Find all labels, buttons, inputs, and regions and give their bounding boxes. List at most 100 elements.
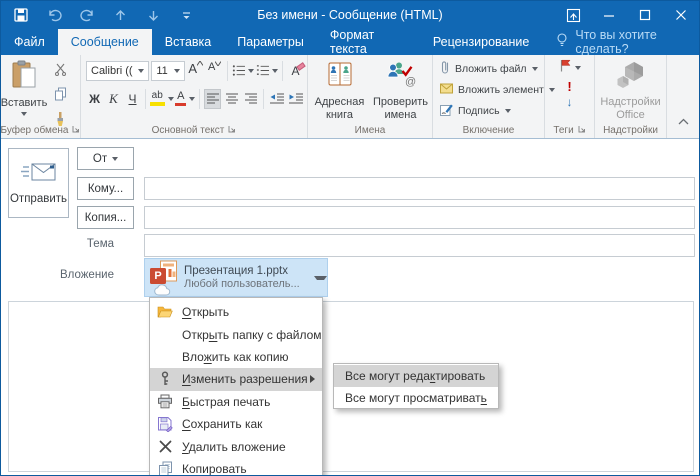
attachment-chip[interactable]: P Презентация 1.pptx Любой пользователь.… xyxy=(144,258,328,297)
open-folder-icon xyxy=(155,304,175,320)
powerpoint-letter: P xyxy=(150,268,166,284)
collapse-ribbon-icon[interactable] xyxy=(678,112,689,130)
subject-input[interactable] xyxy=(144,234,695,257)
group-clipboard: Вставить Буфер обмена xyxy=(1,55,81,138)
tab-message[interactable]: Сообщение xyxy=(58,29,152,55)
cut-icon[interactable] xyxy=(54,63,67,81)
attach-item-button[interactable]: Вложить элемент xyxy=(440,82,544,98)
align-right-icon xyxy=(244,93,258,104)
menu-item-remove-attachment[interactable]: Удалить вложение xyxy=(150,435,322,457)
attach-file-label: Вложить файл xyxy=(455,63,527,75)
from-dropdown-icon xyxy=(112,157,118,161)
quick-access-toolbar xyxy=(1,7,194,23)
signature-button[interactable]: Подпись xyxy=(440,103,544,119)
high-importance-button[interactable]: ! xyxy=(567,80,571,93)
cc-input[interactable] xyxy=(144,206,695,229)
redo-icon[interactable] xyxy=(79,7,95,23)
paste-label: Вставить xyxy=(1,97,48,110)
subject-label: Тема xyxy=(1,238,114,250)
shrink-font-arrow-icon xyxy=(215,61,221,66)
attachment-dropdown-icon[interactable] xyxy=(314,276,327,280)
tab-insert[interactable]: Вставка xyxy=(152,29,224,55)
attachment-label: Вложение xyxy=(1,269,114,281)
clear-formatting-button[interactable]: А xyxy=(287,61,304,81)
cc-button[interactable]: Копия... xyxy=(77,206,134,229)
save-icon[interactable] xyxy=(13,7,29,23)
menu-item-attach-as-copy[interactable]: Вложить как копию xyxy=(150,346,322,368)
close-icon[interactable] xyxy=(663,1,699,29)
copy-icon xyxy=(155,461,175,476)
addins-group-label: Надстройки xyxy=(603,125,658,136)
text-highlight-button[interactable]: ab xyxy=(150,89,173,109)
from-button[interactable]: От xyxy=(77,147,134,170)
addins-cube-icon xyxy=(615,61,647,93)
align-right-button[interactable] xyxy=(242,89,259,109)
attach-item-label: Вложить элемент xyxy=(458,84,544,96)
shrink-font-button[interactable]: А xyxy=(206,61,223,81)
increase-indent-button[interactable] xyxy=(287,89,304,109)
send-envelope-icon xyxy=(21,161,57,186)
italic-button[interactable]: К xyxy=(105,89,122,109)
align-left-button[interactable] xyxy=(204,89,221,109)
decrease-indent-button[interactable] xyxy=(268,89,285,109)
font-size-combo[interactable]: 11 xyxy=(151,61,185,81)
bold-button[interactable]: Ж xyxy=(86,89,103,109)
tags-dialog-launcher-icon[interactable] xyxy=(578,125,586,136)
menu-item-open-file-folder[interactable]: Открыть папку с файлом xyxy=(150,323,322,345)
check-names-icon: @ xyxy=(386,61,416,93)
font-color-button[interactable]: А xyxy=(175,89,195,109)
basic-text-dialog-launcher-icon[interactable] xyxy=(228,125,236,136)
printer-icon xyxy=(155,394,175,410)
follow-up-button[interactable] xyxy=(559,59,581,77)
font-name-combo[interactable]: Calibri (( xyxy=(86,61,149,81)
attach-file-button[interactable]: Вложить файл xyxy=(440,61,544,77)
menu-item-copy[interactable]: Копировать xyxy=(150,458,322,476)
menu-item-open[interactable]: Открыть xyxy=(150,301,322,323)
tab-options[interactable]: Параметры xyxy=(224,29,317,55)
menu-item-quick-print[interactable]: Быстрая печать xyxy=(150,391,322,413)
ribbon-tabs: Файл Сообщение Вставка Параметры Формат … xyxy=(1,29,699,55)
address-book-icon xyxy=(326,61,354,93)
tags-group-label: Теги xyxy=(553,125,573,136)
submenu-item-anyone-can-view[interactable]: Все могут просматривать xyxy=(334,387,498,409)
to-input[interactable] xyxy=(144,177,695,200)
menu-item-save-as[interactable]: Сохранить как xyxy=(150,413,322,435)
bullets-button[interactable] xyxy=(232,61,254,81)
ribbon-display-options-icon[interactable] xyxy=(555,1,591,29)
send-button[interactable]: Отправить xyxy=(8,148,69,218)
maximize-icon[interactable] xyxy=(627,1,663,29)
clipboard-dialog-launcher-icon[interactable] xyxy=(72,125,80,136)
move-up-icon[interactable] xyxy=(112,7,128,23)
address-book-label-1: Адресная xyxy=(315,96,365,108)
align-center-button[interactable] xyxy=(223,89,240,109)
powerpoint-file-icon: P xyxy=(149,260,179,296)
font-size-dropdown-icon xyxy=(174,69,180,73)
attachment-permission: Любой пользователь... xyxy=(184,278,300,290)
submenu-item-anyone-can-edit[interactable]: Все могут редактировать xyxy=(334,365,498,387)
tell-me-box[interactable]: Что вы хотите сделать? xyxy=(556,29,699,55)
send-label: Отправить xyxy=(10,193,67,205)
numbering-button[interactable] xyxy=(256,61,278,81)
blank-icon xyxy=(155,349,175,365)
save-as-icon xyxy=(155,416,175,432)
tab-format-text[interactable]: Формат текста xyxy=(317,29,420,55)
tab-review[interactable]: Рецензирование xyxy=(420,29,543,55)
font-name-value: Calibri (( xyxy=(91,65,134,77)
compose-form: Отправить От Кому... Копия... Тема Вложе… xyxy=(1,140,699,475)
group-names: Адреснаякнига @ Проверитьимена Имена xyxy=(308,55,433,138)
decrease-indent-icon xyxy=(269,93,285,104)
to-button[interactable]: Кому... xyxy=(77,177,134,200)
attachment-context-menu: ОткрытьОткрыть папку с файломВложить как… xyxy=(149,297,323,476)
underline-button[interactable]: Ч xyxy=(124,89,141,109)
low-importance-button[interactable]: ↓ xyxy=(567,96,573,108)
customize-qat-icon[interactable] xyxy=(178,7,194,23)
tab-file[interactable]: Файл xyxy=(1,29,58,55)
minimize-icon[interactable] xyxy=(591,1,627,29)
grow-font-button[interactable]: А xyxy=(187,61,204,81)
from-label: От xyxy=(93,153,107,165)
copy-icon[interactable] xyxy=(54,87,67,106)
move-down-icon[interactable] xyxy=(145,7,161,23)
menu-item-change-permissions[interactable]: Изменить разрешения xyxy=(150,368,322,390)
undo-icon[interactable] xyxy=(46,7,62,23)
cc-label: Копия... xyxy=(85,212,127,224)
